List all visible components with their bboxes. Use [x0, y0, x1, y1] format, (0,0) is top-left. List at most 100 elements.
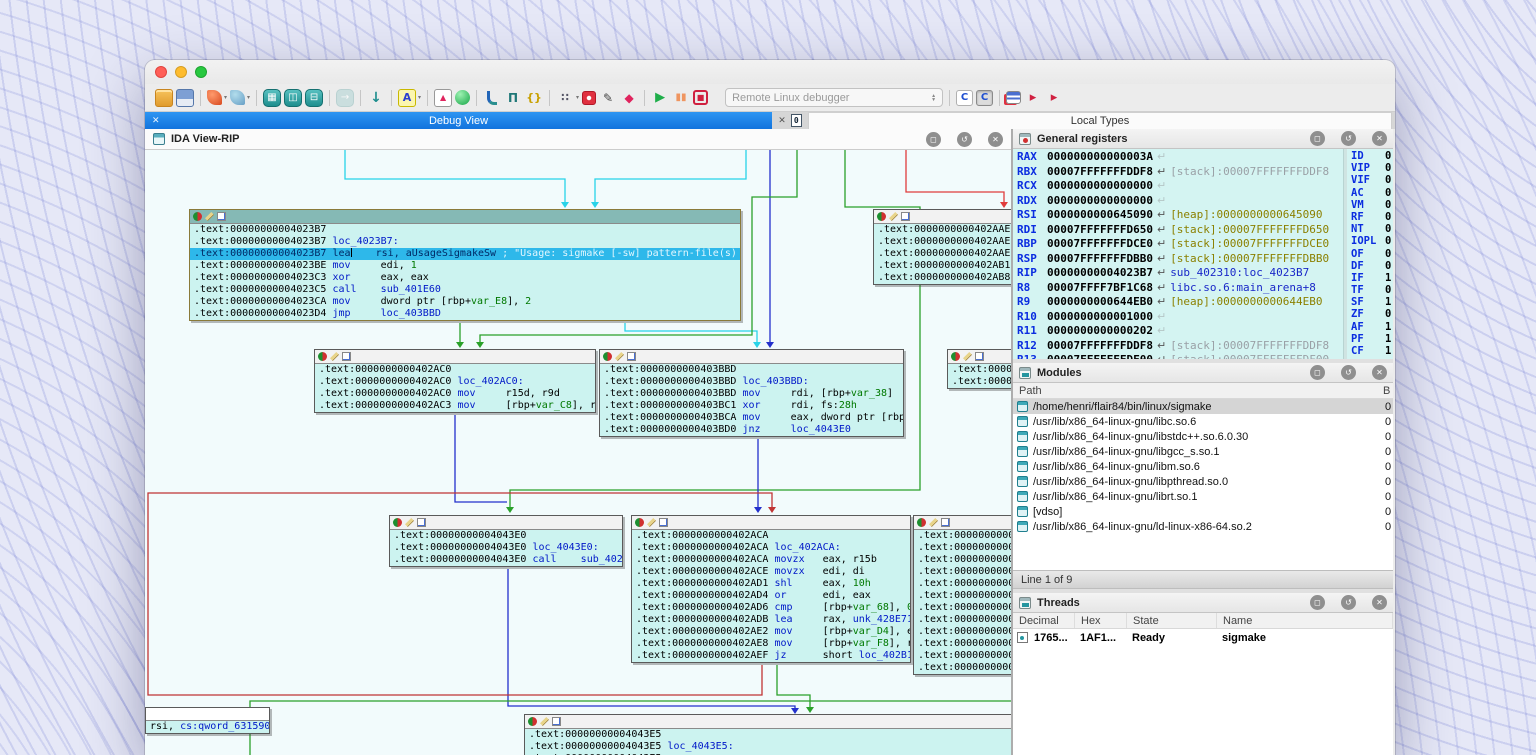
dropdown-caret-icon[interactable]: ▾: [247, 94, 250, 101]
close-icon[interactable]: ✕: [778, 115, 786, 126]
zoom-window-button[interactable]: [195, 66, 207, 78]
view-grid-icon[interactable]: [263, 89, 281, 107]
edit-icon[interactable]: [963, 352, 972, 361]
register-row[interactable]: R100000000000001000↵: [1013, 310, 1343, 325]
stop-icon[interactable]: [693, 90, 708, 105]
breakpoint-icon[interactable]: [635, 518, 644, 527]
module-row[interactable]: /home/henri/flair84/bin/linux/sigmake0: [1013, 399, 1393, 414]
breakpoint-icon[interactable]: [528, 717, 537, 726]
watch-icon[interactable]: [556, 89, 574, 107]
chart-icon[interactable]: [552, 717, 561, 726]
step-into-icon[interactable]: [956, 90, 973, 106]
step-over-icon[interactable]: [976, 90, 993, 106]
dropdown-caret-icon[interactable]: ▾: [224, 94, 227, 101]
flag-row[interactable]: SF1: [1347, 296, 1393, 308]
dropdown-caret-icon[interactable]: ▾: [576, 94, 579, 101]
dropdown-caret-icon[interactable]: ▾: [418, 94, 421, 101]
chart-icon[interactable]: [659, 518, 668, 527]
module-row[interactable]: /usr/lib/x86_64-linux-gnu/libgcc_s.so.10: [1013, 444, 1393, 459]
edit-icon[interactable]: [330, 352, 339, 361]
nav-back-icon[interactable]: [207, 90, 222, 105]
graph-view[interactable]: .text:00000000004023B7.text:000000000040…: [145, 150, 1011, 755]
breakpoint-icon[interactable]: [917, 518, 926, 527]
close-window-button[interactable]: [155, 66, 167, 78]
register-row[interactable]: R90000000000644EB0↵[heap]:0000000000644E…: [1013, 295, 1343, 310]
basic-block-clipped-right-2[interactable]: .text:000000000040.text:000000000040.tex…: [913, 515, 1011, 675]
edit-icon[interactable]: [615, 352, 624, 361]
view-split-icon[interactable]: [284, 89, 302, 107]
register-row[interactable]: RCX0000000000000000↵: [1013, 179, 1343, 194]
breakpoint-icon[interactable]: [393, 518, 402, 527]
sphere-icon[interactable]: [455, 90, 470, 105]
register-row[interactable]: RBX00007FFFFFFFDDF8↵[stack]:00007FFFFFFF…: [1013, 165, 1343, 180]
chart-icon[interactable]: [627, 352, 636, 361]
chart-icon[interactable]: [941, 518, 950, 527]
module-row[interactable]: /usr/lib/x86_64-linux-gnu/libstdc++.so.6…: [1013, 429, 1393, 444]
basic-block-clipped-right-1[interactable]: .text:0000000000.text:0000000000: [947, 349, 1011, 389]
register-list[interactable]: RAX000000000000003A↵RBX00007FFFFFFFDDF8↵…: [1013, 149, 1343, 359]
image-icon[interactable]: [434, 89, 452, 107]
float-icon[interactable]: ↺: [1341, 131, 1356, 146]
edit-icon[interactable]: [929, 518, 938, 527]
module-row[interactable]: /usr/lib/x86_64-linux-gnu/libm.so.60: [1013, 459, 1393, 474]
save-icon[interactable]: [176, 89, 194, 107]
flag-row[interactable]: PF1: [1347, 333, 1393, 345]
path-column-header[interactable]: Path: [1013, 385, 1383, 397]
edit-icon[interactable]: [889, 212, 898, 221]
close-panel-icon[interactable]: ✕: [1372, 131, 1387, 146]
breakpoint-icon[interactable]: [877, 212, 886, 221]
register-row[interactable]: RSP00007FFFFFFFDBB0↵[stack]:00007FFFFFFF…: [1013, 252, 1343, 267]
register-row[interactable]: RSI0000000000645090↵[heap]:0000000000645…: [1013, 208, 1343, 223]
module-row[interactable]: /usr/lib/x86_64-linux-gnu/ld-linux-x86-6…: [1013, 519, 1393, 534]
flag-list[interactable]: ID0VIP0VIF0AC0VM0RF0NT0IOPL0OF0DF0IF1TF0…: [1347, 149, 1393, 359]
edit-icon[interactable]: [405, 518, 414, 527]
close-tab-icon[interactable]: ✕: [152, 115, 160, 126]
debugger-select[interactable]: Remote Linux debugger ▲▼: [725, 88, 943, 107]
chart-icon[interactable]: [342, 352, 351, 361]
basic-block-loc_4023B7[interactable]: .text:00000000004023B7.text:000000000040…: [189, 209, 741, 321]
minimize-window-button[interactable]: [175, 66, 187, 78]
breakpoint-icon[interactable]: [318, 352, 327, 361]
basic-block-loc_402AAE[interactable]: .text:0000000000402AAE.text:000000000040…: [873, 209, 1011, 285]
hex-column-header[interactable]: Hex: [1075, 613, 1127, 628]
run-until-icon[interactable]: [1024, 89, 1042, 107]
module-row[interactable]: /usr/lib/x86_64-linux-gnu/libpthread.so.…: [1013, 474, 1393, 489]
register-row[interactable]: R800007FFFF7BF1C68↵libc.so.6:main_arena+…: [1013, 281, 1343, 296]
flag-row[interactable]: ZF0: [1347, 308, 1393, 320]
flag-row[interactable]: AC0: [1347, 187, 1393, 199]
flag-row[interactable]: AF1: [1347, 321, 1393, 333]
close-panel-icon[interactable]: ✕: [1372, 595, 1387, 610]
strings-icon[interactable]: [398, 89, 416, 107]
play-icon[interactable]: [651, 89, 669, 107]
chart-icon[interactable]: [217, 212, 226, 221]
module-row[interactable]: /usr/lib/x86_64-linux-gnu/libc.so.60: [1013, 414, 1393, 429]
breakpoint-icon[interactable]: [951, 352, 960, 361]
basic-block-clipped-left[interactable]: rsi, cs:qword_631590: [145, 707, 270, 734]
flag-row[interactable]: IF1: [1347, 272, 1393, 284]
dock-icon[interactable]: ◻: [926, 132, 941, 147]
name-column-header[interactable]: Name: [1217, 613, 1393, 628]
breakpoint-icon[interactable]: [193, 212, 202, 221]
bp-edit-icon[interactable]: [599, 89, 617, 107]
chart-icon[interactable]: [975, 352, 984, 361]
breakpoint-icon[interactable]: [603, 352, 612, 361]
flag-row[interactable]: DF0: [1347, 260, 1393, 272]
flag-row[interactable]: VIF0: [1347, 174, 1393, 186]
register-row[interactable]: RBP00007FFFFFFFDCE0↵[stack]:00007FFFFFFF…: [1013, 237, 1343, 252]
close-panel-icon[interactable]: ✕: [1372, 365, 1387, 380]
flag-row[interactable]: VIP0: [1347, 162, 1393, 174]
basic-block-loc_402ACA[interactable]: .text:0000000000402ACA.text:000000000040…: [631, 515, 911, 663]
bp-diamond-icon[interactable]: [620, 89, 638, 107]
register-row[interactable]: R110000000000000202↵: [1013, 324, 1343, 339]
chart-icon[interactable]: [417, 518, 426, 527]
state-column-header[interactable]: State: [1127, 613, 1217, 628]
jump-down-icon[interactable]: [367, 89, 385, 107]
module-row[interactable]: [vdso]0: [1013, 504, 1393, 519]
register-row[interactable]: RAX000000000000003A↵: [1013, 150, 1343, 165]
dock-icon[interactable]: ◻: [1310, 131, 1325, 146]
edit-icon[interactable]: [647, 518, 656, 527]
flag-row[interactable]: OF0: [1347, 248, 1393, 260]
flag-row[interactable]: TF0: [1347, 284, 1393, 296]
base-column-header[interactable]: B: [1383, 385, 1393, 397]
thread-row[interactable]: 1765...1AF1...Readysigmake: [1013, 629, 1393, 646]
